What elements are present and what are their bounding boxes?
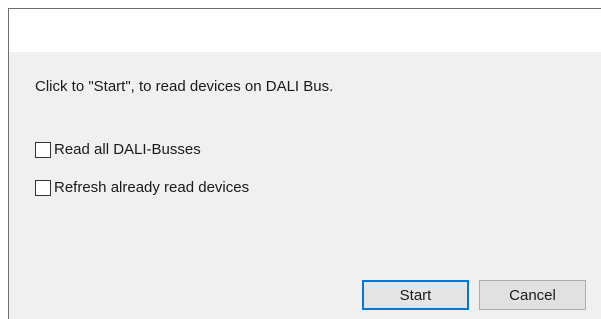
start-button[interactable]: Start xyxy=(362,280,469,310)
refresh-read-devices-checkbox[interactable] xyxy=(35,180,51,196)
read-all-busses-checkbox[interactable] xyxy=(35,142,51,158)
read-all-busses-option[interactable]: Read all DALI-Busses xyxy=(35,141,201,159)
read-devices-dialog: Click to "Start", to read devices on DAL… xyxy=(8,8,601,319)
refresh-read-devices-option[interactable]: Refresh already read devices xyxy=(35,179,249,197)
refresh-read-devices-label[interactable]: Refresh already read devices xyxy=(54,179,249,197)
instruction-text: Click to "Start", to read devices on DAL… xyxy=(35,78,334,95)
cancel-button[interactable]: Cancel xyxy=(479,280,586,310)
read-all-busses-label[interactable]: Read all DALI-Busses xyxy=(54,141,201,159)
dialog-title-bar[interactable] xyxy=(9,9,601,52)
